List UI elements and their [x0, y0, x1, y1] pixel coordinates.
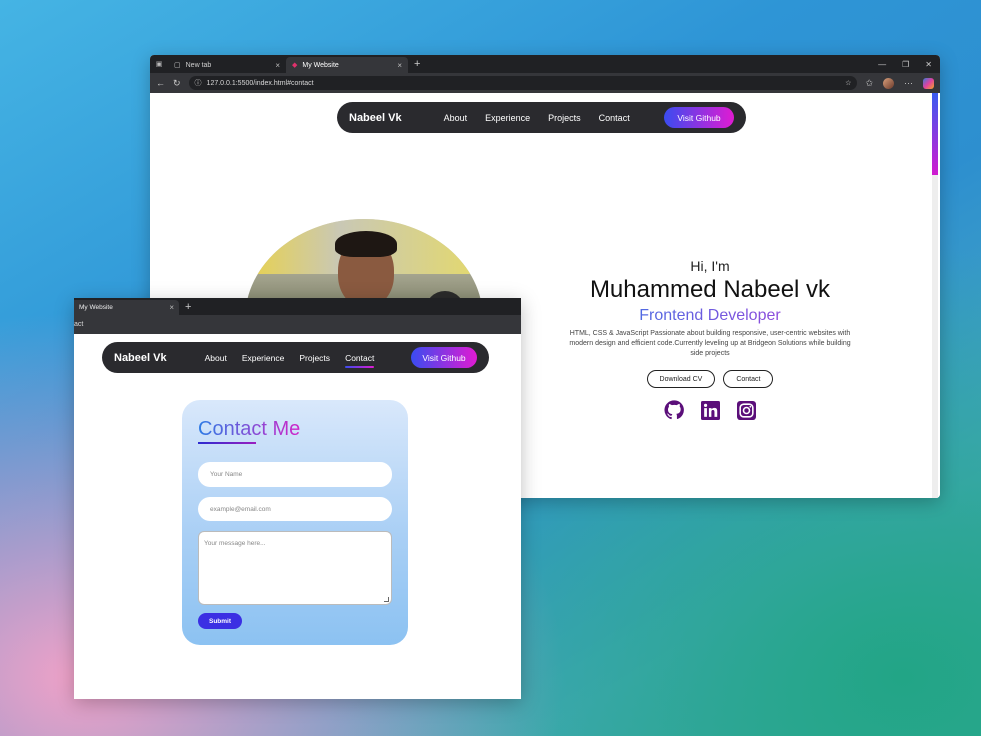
favorites-icon[interactable]: ✩: [865, 78, 873, 89]
greeting: Hi, I'm: [690, 258, 730, 274]
brand-logo[interactable]: Nabeel Vk: [114, 352, 167, 364]
favorite-star-icon[interactable]: ☆: [845, 79, 851, 87]
contact-button[interactable]: Contact: [723, 370, 774, 389]
window-controls: — ❐ ✕: [878, 60, 940, 69]
url-text: act: [74, 321, 84, 328]
back-arrow-icon[interactable]: ←: [156, 78, 165, 88]
profile-avatar[interactable]: [883, 77, 894, 89]
contact-form-card: Contact Me Your Name example@email.com Y…: [182, 400, 408, 645]
address-bar-row: ← ↻ ⓘ 127.0.0.1:5500/index.html#contact …: [150, 73, 940, 93]
linkedin-icon[interactable]: [700, 400, 720, 420]
hero-buttons: Download CV Contact: [555, 370, 865, 389]
tab-label: My Website: [79, 304, 113, 311]
close-tab-icon[interactable]: ×: [169, 303, 174, 312]
hero-description: HTML, CSS & JavaScript Passionate about …: [569, 330, 851, 357]
submit-button[interactable]: Submit: [198, 613, 242, 629]
nav-projects[interactable]: Projects: [548, 113, 581, 123]
tab-strip: ▣ ▢ New tab × ◆ My Website × + — ❐ ✕: [150, 55, 940, 73]
resize-handle-icon[interactable]: [384, 597, 389, 602]
name-input[interactable]: Your Name: [198, 462, 392, 487]
message-textarea[interactable]: Your message here...: [198, 531, 392, 605]
minimize-icon[interactable]: —: [878, 60, 886, 69]
hero-role: Frontend Developer: [555, 307, 865, 325]
title-underline: [198, 442, 256, 444]
page-icon: ▢: [174, 62, 181, 69]
site-favicon-icon: ◆: [292, 62, 298, 69]
copilot-icon[interactable]: [923, 77, 934, 89]
nav-experience[interactable]: Experience: [485, 113, 530, 123]
close-tab-icon[interactable]: ×: [275, 61, 280, 70]
hero-section: Hi, I'm Muhammed Nabeel vk Frontend Deve…: [555, 258, 865, 420]
download-cv-button[interactable]: Download CV: [646, 370, 716, 389]
contact-title: Contact Me: [198, 418, 301, 440]
site-info-icon[interactable]: ⓘ: [195, 78, 202, 88]
visit-github-button[interactable]: Visit Github: [411, 347, 477, 368]
nav-experience[interactable]: Experience: [242, 353, 285, 363]
tab-label: New tab: [185, 61, 212, 69]
social-links: [555, 400, 865, 420]
scroll-thumb[interactable]: [932, 93, 938, 175]
github-icon[interactable]: [664, 400, 684, 420]
visit-github-button[interactable]: Visit Github: [664, 107, 734, 128]
url-text: 127.0.0.1:5500/index.html#contact: [206, 79, 314, 87]
toolbar-icons: ✩ ···: [865, 77, 934, 89]
brand-logo[interactable]: Nabeel Vk: [349, 112, 402, 124]
new-tab-button[interactable]: +: [179, 301, 197, 313]
navbar: Nabeel Vk About Experience Projects Cont…: [102, 342, 489, 373]
new-tab-button[interactable]: +: [408, 58, 426, 70]
reload-icon[interactable]: ↻: [173, 78, 181, 89]
tab-new-tab[interactable]: ▢ New tab ×: [168, 57, 286, 73]
close-tab-icon[interactable]: ×: [397, 61, 402, 70]
nav-about[interactable]: About: [205, 353, 227, 363]
navbar: Nabeel Vk About Experience Projects Cont…: [337, 102, 746, 133]
maximize-icon[interactable]: ❐: [902, 60, 909, 69]
tab-my-website[interactable]: ◆ My Website ×: [286, 57, 408, 73]
page-scrollbar[interactable]: [932, 93, 938, 498]
nav-links: About Experience Projects Contact: [444, 113, 630, 123]
nav-contact[interactable]: Contact: [345, 353, 375, 368]
more-menu-icon[interactable]: ···: [904, 78, 913, 88]
tab-label: My Website: [302, 61, 339, 69]
email-input[interactable]: example@email.com: [198, 497, 392, 521]
hero-name: Muhammed Nabeel vk: [589, 276, 831, 303]
nav-links: About Experience Projects Contact: [205, 353, 375, 368]
nav-projects[interactable]: Projects: [299, 353, 330, 363]
instagram-icon[interactable]: [736, 400, 756, 420]
address-bar[interactable]: act: [74, 315, 521, 334]
close-window-icon[interactable]: ✕: [925, 60, 932, 69]
message-placeholder: Your message here...: [204, 540, 266, 547]
tab-my-website[interactable]: My Website ×: [74, 300, 179, 315]
nav-contact[interactable]: Contact: [599, 113, 630, 123]
browser-window-front: My Website × + act Nabeel Vk About Exper…: [74, 298, 521, 699]
nav-about[interactable]: About: [444, 113, 468, 123]
address-bar[interactable]: ⓘ 127.0.0.1:5500/index.html#contact ☆: [188, 76, 858, 90]
tab-actions-icon[interactable]: ▣: [150, 60, 168, 68]
tab-strip: My Website × +: [74, 298, 521, 315]
